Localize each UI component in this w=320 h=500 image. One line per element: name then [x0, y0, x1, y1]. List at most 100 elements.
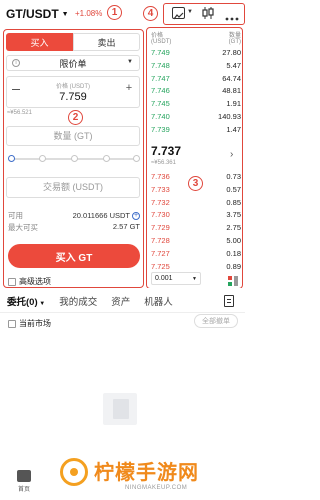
- max-buy-label: 最大可买: [8, 223, 38, 232]
- advanced-checkbox[interactable]: [8, 277, 16, 286]
- watermark-logo: [60, 458, 88, 486]
- top-bar: GT/USDT ▼ +1.08% 1 4 ▼: [0, 0, 245, 28]
- bid-qty: 5.00: [226, 236, 241, 245]
- order-history-icon[interactable]: [224, 295, 234, 307]
- annotation-marker-1: 1: [107, 5, 122, 20]
- ask-price: 7.747: [151, 73, 170, 83]
- precision-select[interactable]: 0.001 ▼: [151, 272, 201, 285]
- bid-qty: 0.18: [226, 248, 241, 258]
- mid-price: 7.737: [151, 144, 182, 158]
- ask-price: 7.748: [151, 60, 170, 70]
- ask-row[interactable]: 7.740 140.93: [151, 112, 241, 122]
- tab-bots[interactable]: 机器人: [144, 294, 173, 308]
- home-label: 首页: [17, 487, 30, 493]
- bid-price: 7.730: [151, 210, 170, 220]
- mid-price-cny: ≈¥56.361: [151, 160, 176, 166]
- price-field[interactable]: 价格 (USDT) 7.759 +: [6, 76, 140, 108]
- bid-row[interactable]: 7.729 2.75: [151, 223, 241, 233]
- ask-qty: 48.81: [222, 86, 241, 96]
- current-market-label: 当前市场: [19, 319, 51, 328]
- ask-qty: 27.80: [222, 48, 241, 57]
- order-type-label: 限价单: [59, 58, 87, 69]
- slider-stop-50[interactable]: [71, 155, 78, 162]
- max-buy-row: 最大可买 2.57 GT: [8, 222, 140, 233]
- chevron-down-icon[interactable]: ▼: [187, 9, 193, 15]
- slider-stop-25[interactable]: [39, 155, 46, 162]
- ask-price: 7.746: [151, 86, 170, 96]
- slider-stop-75[interactable]: [103, 155, 110, 162]
- total-placeholder: 交易额 (USDT): [43, 182, 103, 192]
- candlestick-icon[interactable]: [201, 6, 215, 20]
- price-minus-button[interactable]: [12, 89, 20, 90]
- current-market-filter[interactable]: 当前市场: [8, 318, 51, 329]
- bid-row[interactable]: 7.727 0.18: [151, 249, 241, 259]
- bid-qty: 0.73: [226, 172, 241, 181]
- bid-row[interactable]: 7.732 0.85: [151, 198, 241, 208]
- book-layout-icon[interactable]: [228, 273, 238, 286]
- available-row: 可用 20.011666 USDT +: [8, 210, 140, 221]
- chevron-right-icon[interactable]: ›: [230, 149, 233, 160]
- available-value: 20.011666 USDT: [72, 211, 130, 220]
- order-type-select[interactable]: i 限价单 ▼: [6, 55, 140, 71]
- ask-row[interactable]: 7.749 27.80: [151, 48, 241, 58]
- annotation-marker-2: 2: [68, 110, 83, 125]
- bid-price: 7.736: [151, 172, 170, 181]
- ask-row[interactable]: 7.747 64.74: [151, 74, 241, 84]
- info-icon[interactable]: i: [12, 59, 20, 67]
- bid-qty: 0.89: [226, 261, 241, 271]
- watermark-text: 柠檬手游网: [94, 462, 199, 484]
- cancel-all-button[interactable]: 全部撤单: [194, 314, 238, 328]
- bid-row[interactable]: 7.725 0.89: [151, 262, 241, 272]
- pair-selector[interactable]: GT/USDT ▼: [6, 7, 69, 21]
- ask-qty: 1.91: [226, 99, 241, 109]
- tab-assets[interactable]: 资产: [111, 294, 130, 308]
- add-funds-icon[interactable]: +: [132, 211, 140, 220]
- ask-row[interactable]: 7.748 5.47: [151, 61, 241, 71]
- empty-state-icon: [103, 393, 137, 425]
- advanced-label: 高级选项: [19, 277, 51, 286]
- slider-stop-100[interactable]: [133, 155, 140, 162]
- price-input[interactable]: 7.759: [7, 91, 139, 103]
- tab-buy[interactable]: 买入: [6, 33, 73, 51]
- more-icon[interactable]: [225, 9, 239, 21]
- ask-qty: 5.47: [226, 60, 241, 70]
- advanced-options[interactable]: 高级选项: [8, 276, 51, 287]
- caret-down-icon: ▼: [37, 301, 46, 307]
- order-book-header: 价格 (USDT) 数量 (GT): [151, 30, 241, 45]
- caret-down-icon: ▼: [192, 275, 197, 282]
- ask-row[interactable]: 7.739 1.47: [151, 125, 241, 135]
- ask-row[interactable]: 7.746 48.81: [151, 86, 241, 96]
- ask-row[interactable]: 7.745 1.91: [151, 99, 241, 109]
- amount-placeholder: 数量 (GT): [53, 131, 93, 141]
- orders-tabs: 委托(0) ▼ 我的成交 资产 机器人: [7, 294, 173, 308]
- tab-my-trades[interactable]: 我的成交: [59, 294, 97, 308]
- price-plus-button[interactable]: +: [125, 83, 133, 94]
- bid-row[interactable]: 7.730 3.75: [151, 210, 241, 220]
- ask-price: 7.745: [151, 99, 170, 109]
- home-nav[interactable]: 首页: [14, 470, 34, 493]
- tab-sell[interactable]: 卖出: [73, 33, 140, 51]
- bid-price: 7.725: [151, 261, 170, 271]
- available-label: 可用: [8, 211, 23, 220]
- line-chart-icon[interactable]: [172, 7, 185, 20]
- price-field-label: 价格 (USDT): [56, 84, 90, 90]
- amount-slider[interactable]: [8, 155, 140, 162]
- chevron-down-icon: ▼: [61, 10, 69, 18]
- price-col-header: 价格 (USDT): [151, 33, 172, 45]
- bid-price: 7.732: [151, 197, 170, 207]
- bid-qty: 0.57: [226, 184, 241, 194]
- ask-qty: 140.93: [218, 112, 241, 121]
- buy-button[interactable]: 买入 GT: [8, 244, 140, 268]
- price-cny: ≈¥56.521: [7, 110, 32, 116]
- bid-qty: 2.75: [226, 223, 241, 233]
- total-field[interactable]: 交易额 (USDT): [6, 177, 140, 198]
- tab-orders[interactable]: 委托(0) ▼: [7, 294, 45, 308]
- current-market-checkbox[interactable]: [8, 319, 16, 328]
- bid-row[interactable]: 7.728 5.00: [151, 236, 241, 246]
- bid-price: 7.727: [151, 248, 170, 258]
- ask-qty: 64.74: [222, 73, 241, 83]
- slider-handle[interactable]: [8, 155, 15, 162]
- annotation-marker-4: 4: [143, 6, 158, 21]
- divider: [0, 312, 245, 313]
- amount-field[interactable]: 数量 (GT): [6, 126, 140, 146]
